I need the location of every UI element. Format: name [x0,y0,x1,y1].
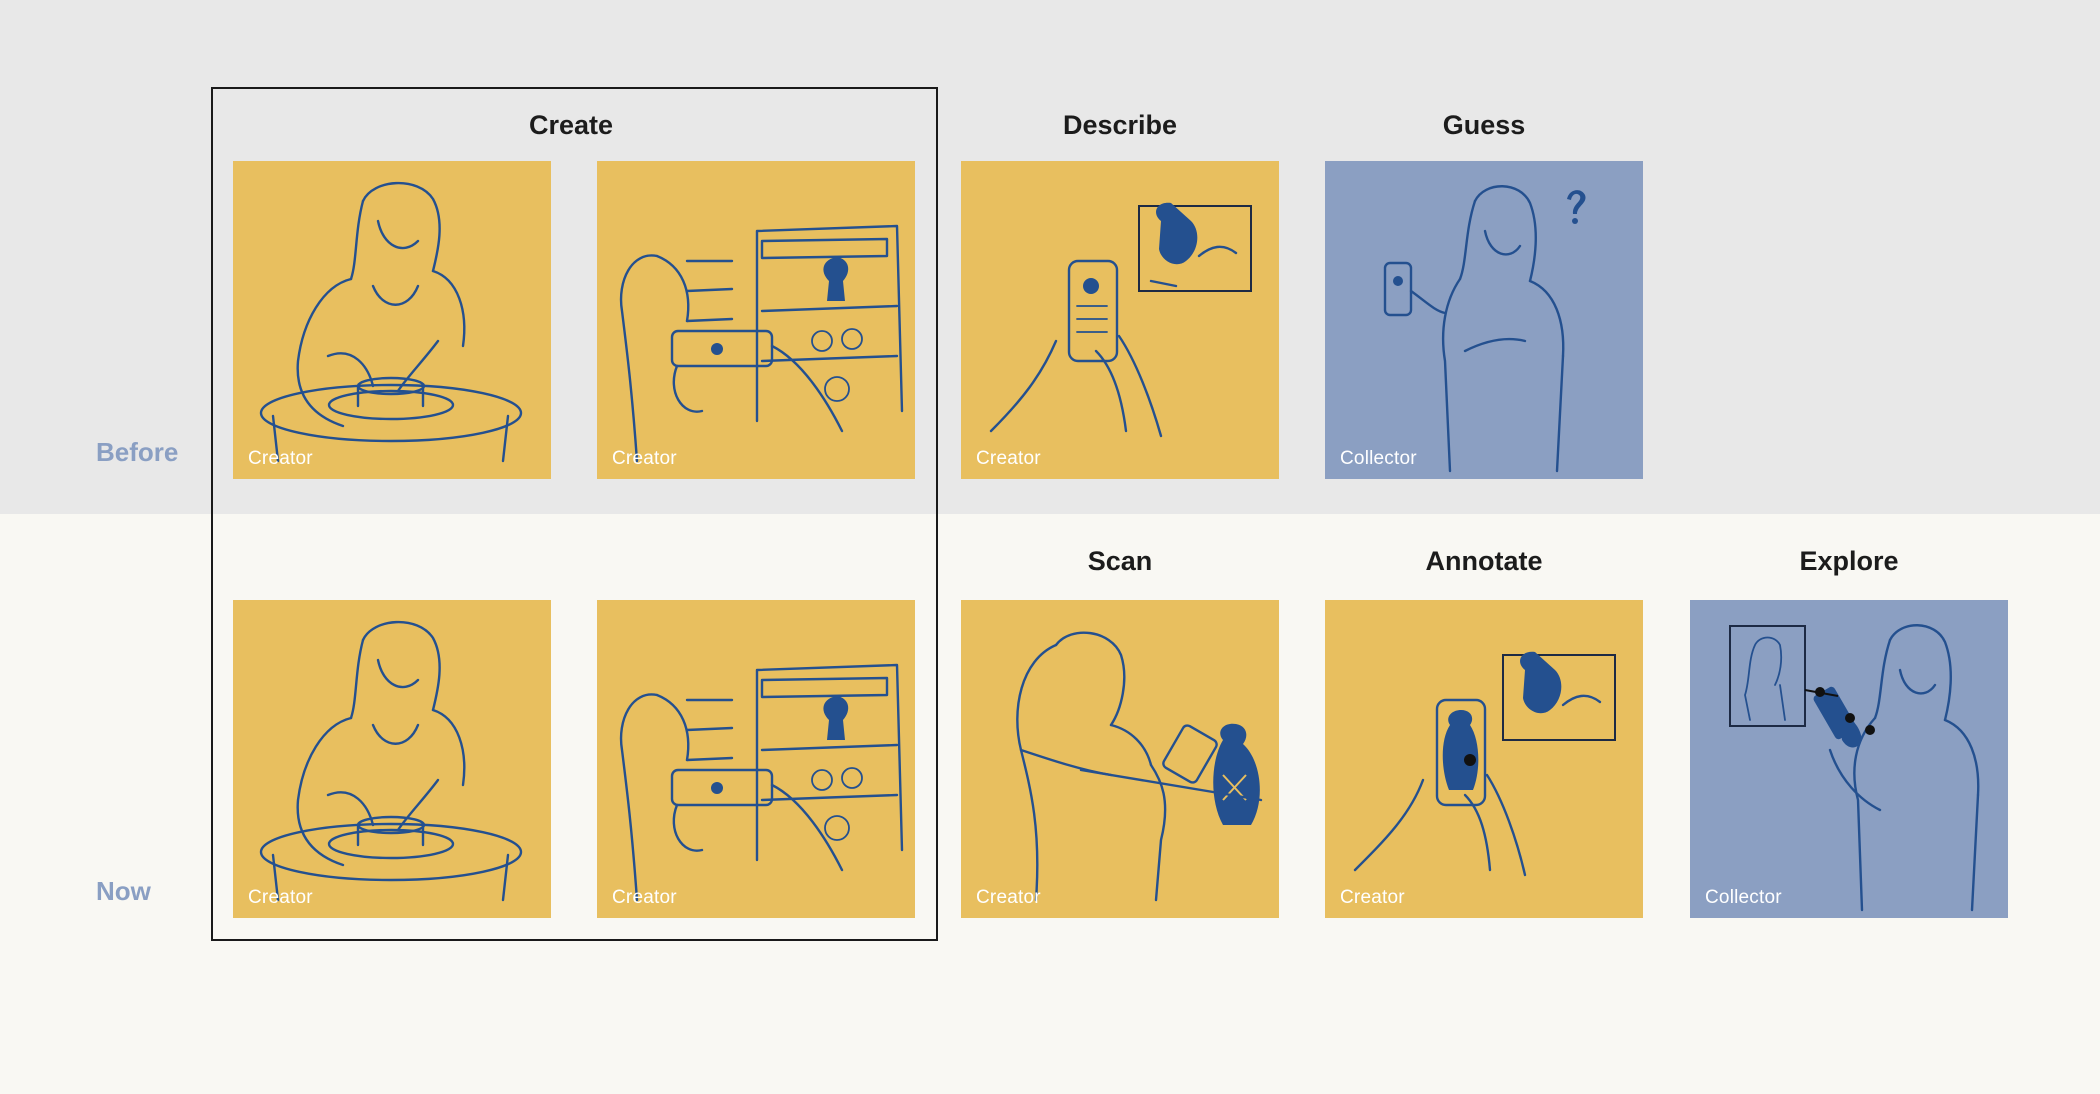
photograph-shelf-illustration [619,663,904,902]
now-card-create-photograph: Creator [597,600,915,918]
now-card-scan: Creator [961,600,1279,918]
column-title-create: Create [528,110,614,140]
card-role-label: Collector [1340,448,1417,469]
column-title-describe: Describe [1062,110,1178,140]
now-card-create-pottery: Creator [233,600,551,918]
describe-on-phone-illustration [989,202,1252,438]
column-title-annotate: Annotate [1425,546,1543,576]
card-role-label: Creator [612,448,677,469]
photograph-shelf-illustration [619,224,904,463]
before-card-describe: Creator [961,161,1279,479]
card-role-label: Creator [248,887,313,908]
scan-vase-illustration [1016,631,1263,902]
pottery-wheel-illustration [259,620,523,902]
annotate-on-phone-illustration [1353,651,1616,877]
card-role-label: Creator [976,448,1041,469]
column-title-scan: Scan [1087,546,1153,576]
column-title-explore: Explore [1799,546,1899,576]
pottery-wheel-illustration [259,181,523,463]
card-role-label: Creator [248,448,313,469]
card-role-label: Creator [1340,887,1405,908]
now-card-explore: Collector [1690,600,2008,918]
row-label-now: Now [96,876,151,906]
explore-ar-illustration [1729,624,1980,912]
card-role-label: Creator [976,887,1041,908]
before-card-create-photograph: Creator [597,161,915,479]
guess-question-illustration [1383,185,1586,473]
card-role-label: Collector [1705,887,1782,908]
before-card-create-pottery: Creator [233,161,551,479]
now-card-annotate: Creator [1325,600,1643,918]
row-label-before: Before [96,437,179,467]
before-card-guess: Collector [1325,161,1643,479]
card-role-label: Creator [612,887,677,908]
column-title-guess: Guess [1442,110,1526,140]
